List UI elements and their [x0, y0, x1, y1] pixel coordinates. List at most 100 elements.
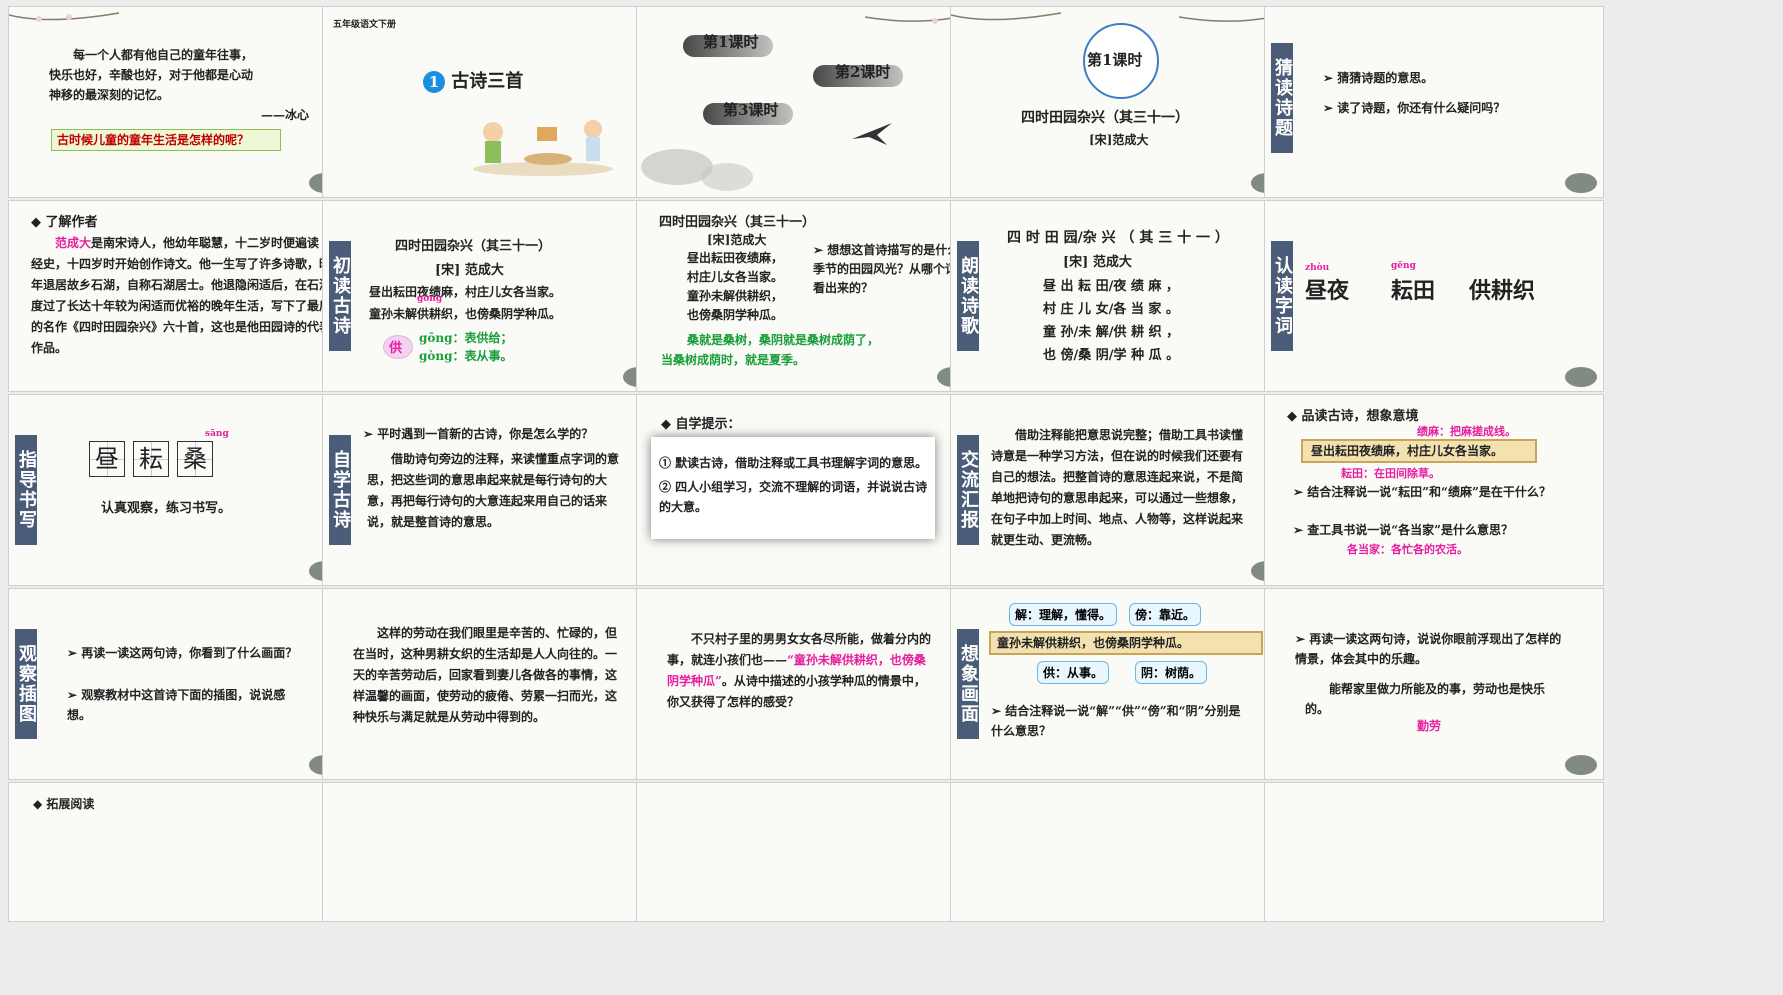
note-yuntian: 耘田：在田间除草。 — [1341, 467, 1440, 480]
period-2-button[interactable]: 第2课时 — [835, 61, 890, 82]
slide-2[interactable]: 五年级语文下册 1 古诗三首 — [322, 6, 662, 198]
slide-thumb-20[interactable]: ➢ 再读一读这两句诗，说说你眼前浮现出了怎样的情景，体会其中的乐趣。 能帮家里做… — [1256, 582, 1604, 801]
slide-6[interactable]: ◆ 了解作者 范成大是南宋诗人，他幼年聪慧，十二岁时便遍读经史，十四岁时开始创作… — [8, 200, 348, 392]
slide-25[interactable] — [1264, 782, 1604, 922]
slide-18[interactable]: 不只村子里的男男女女各尽所能，做着分内的事，就连小孩们也——“童孙未解供耕织，也… — [636, 588, 976, 780]
slide-23[interactable] — [636, 782, 976, 922]
slide-thumb-25[interactable] — [1256, 776, 1604, 995]
period-1-button[interactable]: 第1课时 — [703, 31, 758, 52]
section-label: 交流汇报 — [957, 435, 979, 545]
slide-thumb-6[interactable]: ◆ 了解作者 范成大是南宋诗人，他幼年聪慧，十二岁时便遍读经史，十四岁时开始创作… — [0, 194, 348, 413]
slide-thumb-13[interactable]: ◆ 自学提示： ① 默读古诗，借助注释或工具书理解字词的意思。 ② 四人小组学习… — [628, 388, 976, 607]
slide-thumb-15[interactable]: ◆ 品读古诗，想象意境 绩麻：把麻搓成线。 昼出耘田夜绩麻，村庄儿女各当家。 耘… — [1256, 388, 1604, 607]
slide-7[interactable]: 初读古诗 四时田园杂兴（其三十一） [宋] 范成大 昼出耘田夜绩麻，村庄儿女各当… — [322, 200, 662, 392]
slide-thumb-4[interactable]: 第1课时 四时田园杂兴（其三十一） [宋]范成大 4 ★ — [942, 0, 1290, 219]
slide-1[interactable]: 每一个人都有他自己的童年往事， 快乐也好，辛酸也好，对于他都是心动 神移的最深刻… — [8, 6, 348, 198]
slide-thumb-8[interactable]: 四时田园杂兴（其三十一） [宋]范成大 昼出耘田夜绩麻， 村庄儿女各当家。 童孙… — [628, 194, 976, 413]
answer: 各当家：各忙各的农活。 — [1347, 543, 1468, 556]
note-jie: 解：理解，懂得。 — [1009, 603, 1118, 626]
poem-line: 也傍桑阴学种瓜。 — [687, 308, 784, 322]
quote-line: 快乐也好，辛酸也好，对于他都是心动 — [49, 68, 254, 82]
slide-thumb-9[interactable]: 朗读诗歌 四 时 田 园/杂 兴 （ 其 三 十 一 ） [宋] 范成大 昼 出… — [942, 194, 1290, 413]
section-label: 初读古诗 — [329, 241, 351, 351]
slide-24[interactable] — [950, 782, 1290, 922]
section-label: 自学古诗 — [329, 435, 351, 545]
slide-thumb-24[interactable] — [942, 776, 1290, 995]
slide-17[interactable]: 这样的劳动在我们眼里是辛苦的、忙碌的，但在当时，这种男耕女织的生活却是人人向往的… — [322, 588, 662, 780]
question-text: ➢ 想想这首诗描写的是什么季节的田园风光？从哪个词看出来的？ — [813, 243, 960, 295]
slide-22[interactable] — [322, 782, 662, 922]
slide-thumb-11[interactable]: 指导书写 sāng 昼耘桑 认真观察，练习书写。 11 ★ — [0, 388, 348, 607]
note-bang: 傍：靠近。 — [1129, 603, 1202, 626]
slide-10[interactable]: 认读字词 zhòu gēng 昼夜 耘田 供耕织 — [1264, 200, 1604, 392]
slide-9[interactable]: 朗读诗歌 四 时 田 园/杂 兴 （ 其 三 十 一 ） [宋] 范成大 昼 出… — [950, 200, 1290, 392]
slide-thumb-3[interactable]: 第1课时 第2课时 第3课时 3 ★ — [628, 0, 976, 219]
question-text: ➢ 再读一读这两句诗，说说你眼前浮现出了怎样的情景，体会其中的乐趣。 — [1295, 632, 1562, 666]
slide-thumb-21[interactable]: ◆ 拓展阅读 — [0, 776, 348, 995]
slide-15[interactable]: ◆ 品读古诗，想象意境 绩麻：把麻搓成线。 昼出耘田夜绩麻，村庄儿女各当家。 耘… — [1264, 394, 1604, 586]
slide-thumb-5[interactable]: 猜读诗题 ➢ 猜猜诗题的意思。 ➢ 读了诗题，你还有什么疑问吗？ 5 ★ — [1256, 0, 1604, 219]
poem-author: [宋]范成大 — [1089, 133, 1149, 147]
children-illustration — [473, 120, 613, 176]
question-text: ➢ 平时遇到一首新的古诗，你是怎么学的？ — [363, 427, 594, 441]
slide-thumb-16[interactable]: 观察插图 ➢ 再读一读这两句诗，你看到了什么画面？ ➢ 观察教材中这首诗下面的插… — [0, 582, 348, 801]
slide-3[interactable]: 第1课时 第2课时 第3课时 — [636, 6, 976, 198]
slide-11[interactable]: 指导书写 sāng 昼耘桑 认真观察，练习书写。 — [8, 394, 348, 586]
slide-21[interactable]: ◆ 拓展阅读 — [8, 782, 348, 922]
slide-heading: ◆ 了解作者 — [31, 215, 98, 230]
tip-2: ② 四人小组学习，交流不理解的词语，并说说古诗的大意。 — [659, 480, 928, 514]
question-2: ➢ 查工具书说一说“各当家”是什么意思？ — [1293, 523, 1514, 537]
section-label: 观察插图 — [15, 629, 37, 739]
slide-thumb-12[interactable]: 自学古诗 ➢ 平时遇到一首新的古诗，你是怎么学的？ 借助诗句旁边的注释，来读懂重… — [314, 388, 662, 607]
lesson-number: 1 — [423, 71, 445, 93]
lesson-title: 古诗三首 — [451, 71, 524, 92]
note-jima: 绩麻：把麻搓成线。 — [1417, 425, 1516, 438]
swallow-bird-icon — [852, 123, 892, 145]
slide-thumb-10[interactable]: 认读字词 zhòu gēng 昼夜 耘田 供耕织 10 — [1256, 194, 1604, 413]
slide-12[interactable]: 自学古诗 ➢ 平时遇到一首新的古诗，你是怎么学的？ 借助诗句旁边的注释，来读懂重… — [322, 394, 662, 586]
poem-title: 四时田园杂兴（其三十一） — [395, 239, 552, 254]
pinyin-geng: gēng — [1391, 261, 1416, 271]
slide-4[interactable]: 第1课时 四时田园杂兴（其三十一） [宋]范成大 — [950, 6, 1290, 198]
author-bio: 是南宋诗人，他幼年聪慧，十二岁时便遍读经史，十四岁时开始创作诗文。他一生写了许多… — [31, 236, 332, 355]
slide-16[interactable]: 观察插图 ➢ 再读一读这两句诗，你看到了什么画面？ ➢ 观察教材中这首诗下面的插… — [8, 588, 348, 780]
slide-thumb-1[interactable]: 每一个人都有他自己的童年往事， 快乐也好，辛酸也好，对于他都是心动 神移的最深刻… — [0, 0, 348, 219]
slide-13[interactable]: ◆ 自学提示： ① 默读古诗，借助注释或工具书理解字词的意思。 ② 四人小组学习… — [636, 394, 976, 586]
writing-char: 耘 — [133, 441, 169, 477]
slide-8[interactable]: 四时田园杂兴（其三十一） [宋]范成大 昼出耘田夜绩麻， 村庄儿女各当家。 童孙… — [636, 200, 976, 392]
method-text: 借助诗句旁边的注释，来读懂重点字词的意思，把这些词的意思串起来就是每行诗句的大意… — [367, 452, 620, 529]
slide-thumb-17[interactable]: 这样的劳动在我们眼里是辛苦的、忙碌的，但在当时，这种男耕女织的生活却是人人向往的… — [314, 582, 662, 801]
slide-thumb-2[interactable]: 五年级语文下册 1 古诗三首 2 — [314, 0, 662, 219]
pinyin-zhou: zhòu — [1305, 263, 1330, 273]
slide-thumb-18[interactable]: 不只村子里的男男女女各尽所能，做着分内的事，就连小孩们也——“童孙未解供耕织，也… — [628, 582, 976, 801]
section-label: 猜读诗题 — [1271, 43, 1293, 153]
slide-thumb-7[interactable]: 初读古诗 四时田园杂兴（其三十一） [宋] 范成大 昼出耘田夜绩麻，村庄儿女各当… — [314, 194, 662, 413]
key-word: 勤劳 — [1417, 719, 1442, 733]
question-1: ➢ 再读一读这两句诗，你看到了什么画面？ — [67, 646, 298, 660]
branch-decoration — [951, 12, 1062, 21]
slide-5[interactable]: 猜读诗题 ➢ 猜猜诗题的意思。 ➢ 读了诗题，你还有什么疑问吗？ — [1264, 6, 1604, 198]
slide-19[interactable]: 想象画面 解：理解，懂得。 傍：靠近。 童孙未解供耕织，也傍桑阴学种瓜。 供：从… — [950, 588, 1290, 780]
poem-line: 昼 出 耘 田/夜 绩 麻 ， — [1043, 279, 1179, 294]
poem-title: 四时田园杂兴（其三十一） — [1021, 110, 1189, 126]
slide-heading: ◆ 品读古诗，想象意境 — [1287, 409, 1419, 424]
slide-thumb-22[interactable] — [314, 776, 662, 995]
poem-line: 童 孙/未 解/供 耕 织 ， — [1043, 325, 1180, 340]
slide-thumb-23[interactable] — [628, 776, 976, 995]
slide-20[interactable]: ➢ 再读一读这两句诗，说说你眼前浮现出了怎样的情景，体会其中的乐趣。 能帮家里做… — [1264, 588, 1604, 780]
slide-heading: ◆ 自学提示： — [661, 417, 741, 432]
slide-sorter-grid: 每一个人都有他自己的童年往事， 快乐也好，辛酸也好，对于他都是心动 神移的最深刻… — [0, 0, 1783, 922]
tip-1: ① 默读古诗，借助注释或工具书理解字词的意思。 — [659, 456, 928, 470]
poem-author: [宋] 范成大 — [435, 263, 504, 278]
section-label: 朗读诗歌 — [957, 241, 979, 351]
pinyin-sang: sāng — [205, 429, 229, 439]
word-1: 昼夜 — [1305, 278, 1350, 304]
poem-title: 四 时 田 园/杂 兴 （ 其 三 十 一 ） — [1007, 230, 1229, 246]
meaning-1: gōng：表供给； — [419, 331, 513, 345]
author-name: 范成大 — [55, 236, 92, 250]
poem-line: 童孙未解供耕织， — [687, 289, 784, 303]
slide-thumb-19[interactable]: 想象画面 解：理解，懂得。 傍：靠近。 童孙未解供耕织，也傍桑阴学种瓜。 供：从… — [942, 582, 1290, 801]
word-2: 耘田 — [1391, 278, 1436, 304]
slide-thumb-14[interactable]: 交流汇报 借助注释能把意思说完整；借助工具书读懂诗意是一种学习方法，但在说的时候… — [942, 388, 1290, 607]
slide-14[interactable]: 交流汇报 借助注释能把意思说完整；借助工具书读懂诗意是一种学习方法，但在说的时候… — [950, 394, 1290, 586]
